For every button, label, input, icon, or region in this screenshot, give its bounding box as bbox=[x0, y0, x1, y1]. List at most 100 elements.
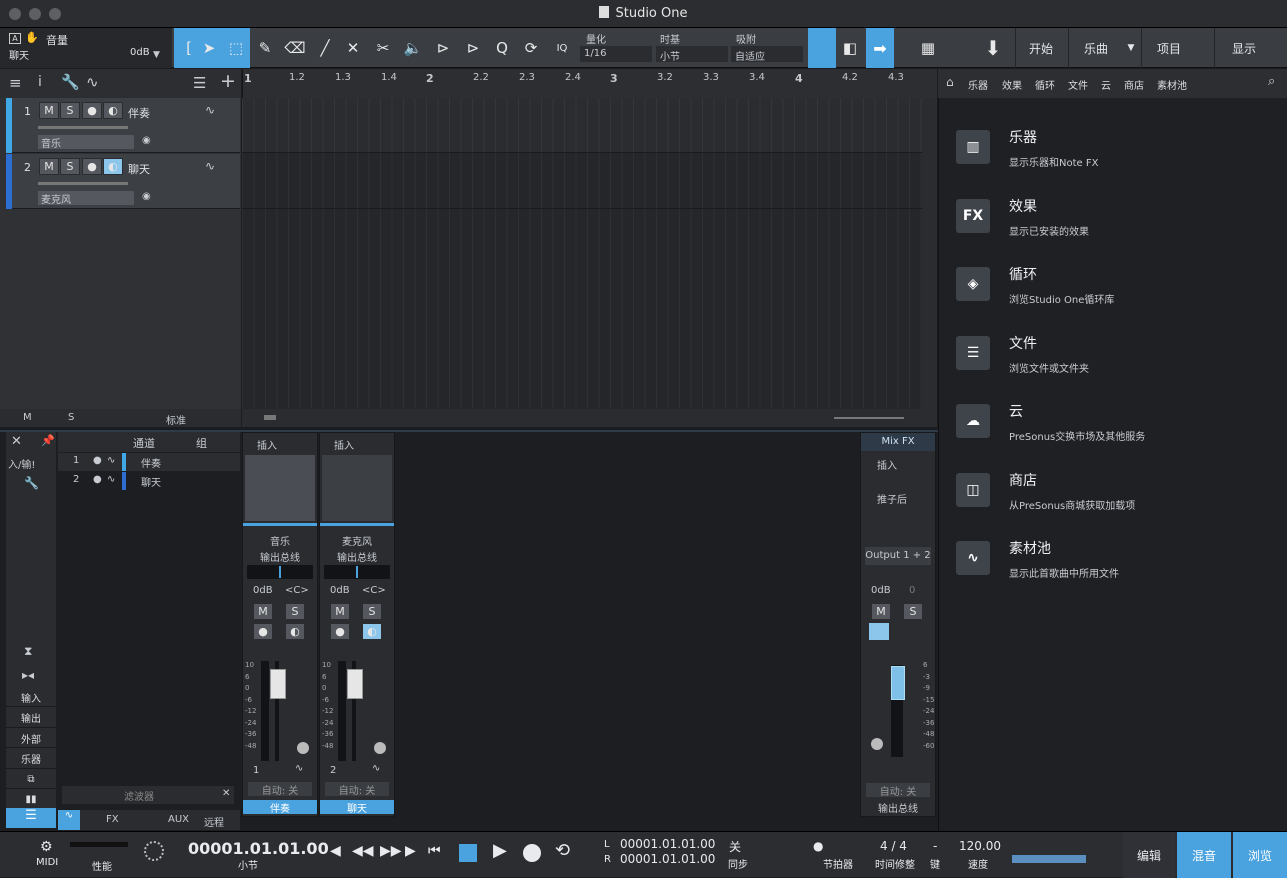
arrow-tool-icon[interactable]: ➤ bbox=[196, 34, 222, 62]
master-insert[interactable]: 插入 bbox=[877, 457, 897, 472]
pin-icon[interactable]: 📌 bbox=[41, 434, 55, 447]
browser-item[interactable]: ☁ 云 PreSonus交换市场及其他服务 bbox=[956, 404, 1276, 464]
expand-icon[interactable]: ⧗ bbox=[24, 644, 32, 659]
channel-list-item[interactable]: 1 ● ∿ 伴奏 bbox=[58, 453, 240, 471]
transient-tool-icon[interactable]: ⊳ bbox=[460, 34, 486, 62]
master-fader-knob[interactable] bbox=[891, 666, 905, 700]
automation-mode[interactable]: 自动: 关 bbox=[248, 782, 312, 797]
channel-name-label[interactable]: 聊天 bbox=[320, 800, 394, 815]
mixer-side-button[interactable]: 输出 bbox=[6, 709, 56, 728]
volume-panel[interactable]: A ✋ 音量 聊天 0dB ▼ bbox=[0, 28, 172, 68]
waveform-icon[interactable]: ∿ bbox=[58, 810, 80, 830]
zoom-tool-icon[interactable]: Q bbox=[489, 34, 515, 62]
follow-button[interactable]: ➡ bbox=[866, 28, 894, 68]
master-pan[interactable]: 0 bbox=[909, 585, 915, 596]
master-output-select[interactable]: Output 1 + 2 bbox=[865, 547, 931, 565]
zoom-slider[interactable] bbox=[834, 417, 904, 419]
browser-tab[interactable]: 素材池 bbox=[1157, 77, 1187, 92]
key-value[interactable]: - bbox=[933, 839, 937, 853]
stop-button[interactable] bbox=[459, 844, 477, 862]
channel-monitor-button[interactable]: ◐ bbox=[362, 623, 382, 640]
browser-tab[interactable]: 乐器 bbox=[968, 77, 988, 92]
insert-label[interactable]: 插入 bbox=[257, 437, 277, 452]
pan-bar[interactable] bbox=[247, 565, 313, 579]
channel-pan[interactable]: <C> bbox=[285, 585, 309, 596]
toggle-icon[interactable]: ◉ bbox=[142, 191, 151, 202]
track-list-icon[interactable]: ☰ bbox=[193, 74, 206, 92]
record-arm-button[interactable]: ● bbox=[82, 158, 102, 175]
volume-meter[interactable] bbox=[1012, 855, 1086, 863]
waveform-icon[interactable]: ∿ bbox=[205, 159, 215, 173]
insert-label[interactable]: 插入 bbox=[334, 437, 354, 452]
channel-list-item[interactable]: 2 ● ∿ 聊天 bbox=[58, 472, 240, 490]
show-page-button[interactable]: 显示 bbox=[1216, 28, 1272, 68]
loop-tool-icon[interactable]: ⟳ bbox=[518, 34, 544, 62]
loop-icon[interactable]: ⟲ bbox=[555, 840, 570, 861]
close-icon[interactable]: ✕ bbox=[11, 434, 22, 449]
timebase-select[interactable]: 小节 bbox=[656, 46, 728, 63]
browser-tab[interactable]: 效果 bbox=[1002, 77, 1022, 92]
scroll-thumb[interactable] bbox=[264, 415, 276, 420]
browser-item[interactable]: ◈ 循环 浏览Studio One循环库 bbox=[956, 267, 1276, 327]
channel-pan[interactable]: <C> bbox=[362, 585, 386, 596]
insert-slot[interactable] bbox=[322, 455, 392, 521]
track-name[interactable]: 聊天 bbox=[128, 161, 150, 177]
grid-view-icon[interactable]: ▦ bbox=[915, 34, 941, 62]
routing-icon[interactable]: ∿ bbox=[107, 455, 115, 466]
clear-icon[interactable]: ✕ bbox=[222, 788, 230, 799]
track-input-select[interactable]: 音乐 bbox=[38, 135, 134, 150]
channel-record-button[interactable]: ● bbox=[253, 623, 273, 640]
aux-tab[interactable]: AUX bbox=[168, 814, 189, 825]
browser-tab[interactable]: 商店 bbox=[1124, 77, 1144, 92]
record-arm-button[interactable]: ● bbox=[82, 102, 102, 119]
channel-solo-button[interactable]: S bbox=[285, 603, 305, 620]
channel-monitor-button[interactable]: ◐ bbox=[285, 623, 305, 640]
master-mute-button[interactable]: M bbox=[871, 603, 891, 620]
pencil-tool-icon[interactable]: ✎ bbox=[252, 34, 278, 62]
split-tool-icon[interactable]: ✂ bbox=[370, 34, 396, 62]
track-mute-button[interactable]: M bbox=[39, 158, 59, 175]
right-locator-time[interactable]: 00001.01.01.00 bbox=[620, 852, 715, 866]
fader-knob[interactable] bbox=[347, 669, 363, 699]
track-lane-1[interactable] bbox=[242, 98, 922, 153]
mute-tool-icon[interactable]: ✕ bbox=[340, 34, 366, 62]
start-page-button[interactable]: 开始 bbox=[1016, 28, 1066, 68]
browser-item[interactable]: ∿ 素材池 显示此首歌曲中所用文件 bbox=[956, 541, 1276, 601]
toggle-icon[interactable]: ◉ bbox=[142, 135, 151, 146]
bend-tool-icon[interactable]: ⊳ bbox=[430, 34, 456, 62]
layers-icon[interactable]: ⧉ bbox=[6, 770, 56, 789]
record-button[interactable] bbox=[523, 844, 541, 862]
channel-input[interactable]: 音乐 bbox=[247, 533, 313, 548]
pan-bar[interactable] bbox=[324, 565, 390, 579]
previous-icon[interactable]: ◀ bbox=[330, 843, 341, 859]
fx-tab[interactable]: FX bbox=[106, 814, 119, 825]
browser-tab[interactable]: 循环 bbox=[1035, 77, 1055, 92]
left-locator-time[interactable]: 00001.01.01.00 bbox=[620, 837, 715, 851]
primary-time-display[interactable]: 00001.01.01.00 bbox=[188, 839, 329, 858]
global-solo-button[interactable]: S bbox=[68, 412, 74, 423]
track-volume-bar[interactable] bbox=[38, 182, 128, 185]
search-icon[interactable]: ⌕ bbox=[1268, 74, 1275, 89]
paint-tool-icon[interactable]: ╱ bbox=[312, 34, 338, 62]
browser-item[interactable]: ☰ 文件 浏览文件或文件夹 bbox=[956, 335, 1276, 396]
io-select[interactable]: 入/输! bbox=[8, 456, 54, 471]
track-volume-bar[interactable] bbox=[38, 126, 128, 129]
home-icon[interactable]: ⌂ bbox=[946, 75, 954, 89]
track-height-mode[interactable]: 标准 bbox=[166, 412, 186, 427]
master-post[interactable]: 推子后 bbox=[877, 491, 907, 506]
monitor-button[interactable]: ◐ bbox=[103, 102, 123, 119]
iq-button[interactable]: IQ bbox=[549, 34, 575, 62]
track-mute-button[interactable]: M bbox=[39, 102, 59, 119]
track-lane-2[interactable] bbox=[242, 154, 922, 209]
remote-tab[interactable]: 远程 bbox=[204, 814, 224, 829]
tempo-value[interactable]: 120.00 bbox=[959, 839, 1001, 853]
add-track-icon[interactable]: + bbox=[220, 70, 236, 92]
channel-record-button[interactable]: ● bbox=[330, 623, 350, 640]
master-solo-button[interactable]: S bbox=[903, 603, 923, 620]
volume-value[interactable]: 0dB bbox=[130, 47, 150, 58]
browser-item[interactable]: FX 效果 显示已安装的效果 bbox=[956, 198, 1276, 259]
snap-toggle-button[interactable] bbox=[808, 28, 836, 68]
browser-tab[interactable]: 文件 bbox=[1068, 77, 1088, 92]
sync-off[interactable]: 关 bbox=[729, 838, 741, 855]
info-icon[interactable]: i bbox=[38, 74, 42, 90]
